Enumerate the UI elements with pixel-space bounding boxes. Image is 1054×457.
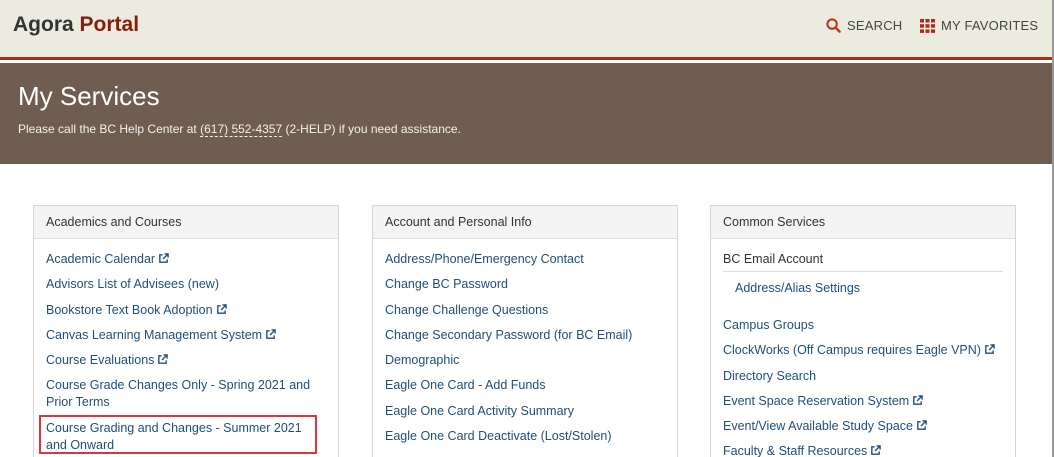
external-link-icon	[871, 445, 882, 456]
help-phone-link[interactable]: (617) 552-4357	[200, 122, 283, 137]
link-label: Demographic	[385, 353, 460, 368]
external-link-icon	[159, 253, 169, 263]
list-item[interactable]: Event/View Available Study Space	[723, 418, 1003, 435]
external-link-icon	[985, 344, 995, 355]
list-item[interactable]: Eagle One Card Deactivate (Lost/Stolen)	[385, 428, 665, 445]
link-label: Change Secondary Password (for BC Email)	[385, 327, 633, 342]
link-label: Event Space Reservation System	[723, 393, 910, 408]
external-link-icon	[158, 354, 169, 365]
link-label: Change BC Password	[385, 277, 508, 292]
panel-title: Academics and Courses	[34, 206, 338, 239]
help-text-suffix: (2-HELP) if you need assistance.	[282, 122, 461, 136]
link-label: Change Challenge Questions	[385, 302, 549, 317]
external-link-icon	[917, 420, 927, 431]
link-label: Course Grading and Changes - Summer 2021…	[46, 420, 302, 452]
link-label: Eagle One Card Deactivate (Lost/Stolen)	[385, 429, 612, 444]
help-text-prefix: Please call the BC Help Center at	[18, 122, 201, 136]
list-item[interactable]: Course Grade Changes Only - Spring 2021 …	[46, 377, 326, 411]
list-item[interactable]: Faculty & Staff Resources	[723, 443, 1003, 457]
brand-name: Agora	[13, 13, 74, 36]
list-item[interactable]: Course Evaluations	[46, 352, 326, 369]
list-item[interactable]: Advisors List of Advisees (new)	[46, 276, 326, 293]
panel-link-list: Academic Calendar Advisors List of Advis…	[34, 239, 338, 454]
link-label: Address/Alias Settings	[735, 281, 861, 295]
list-item[interactable]: Change BC Password	[385, 276, 665, 293]
list-item[interactable]: Academic Calendar	[46, 251, 326, 268]
search-icon	[826, 18, 841, 33]
link-label: Event/View Available Study Space	[723, 419, 913, 434]
panel-link-list: Address/Phone/Emergency Contact Change B…	[373, 239, 677, 445]
list-item[interactable]: Canvas Learning Management System	[46, 327, 326, 344]
favorites-link[interactable]: MY FAVORITES	[920, 18, 1038, 33]
help-text: Please call the BC Help Center at (617) …	[18, 122, 461, 137]
panel-link-list: BC Email Account Address/Alias Settings …	[711, 239, 1015, 457]
link-label: Canvas Learning Management System	[46, 327, 263, 342]
top-bar: Agora Portal SEARCH MY FAVORITES	[0, 0, 1054, 60]
list-item[interactable]: Course Grading and Changes - Summer 2021…	[46, 420, 326, 454]
panel-common-services: Common Services BC Email Account Address…	[710, 205, 1016, 457]
external-link-icon	[216, 303, 227, 314]
panel-title: Account and Personal Info	[373, 206, 677, 239]
panel-academics: Academics and Courses Academic Calendar …	[33, 205, 339, 457]
list-item[interactable]: Demographic	[385, 352, 665, 369]
external-link-icon	[266, 329, 276, 339]
external-link-icon	[913, 395, 923, 405]
link-label: Course Evaluations	[46, 353, 155, 368]
services-hero: My Services Please call the BC Help Cent…	[0, 63, 1054, 164]
list-item[interactable]: Address/Alias Settings	[723, 280, 1003, 297]
link-label: ClockWorks (Off Campus requires Eagle VP…	[723, 343, 981, 358]
list-item[interactable]: Change Secondary Password (for BC Email)	[385, 327, 665, 344]
list-item[interactable]: Directory Search	[723, 368, 1003, 385]
search-link[interactable]: SEARCH	[826, 18, 902, 33]
brand-accent: Portal	[79, 13, 140, 36]
link-label: Course Grade Changes Only - Spring 2021 …	[46, 378, 311, 410]
favorites-label: MY FAVORITES	[941, 18, 1039, 33]
panel-title: Common Services	[711, 206, 1015, 239]
list-item[interactable]: Eagle One Card - Add Funds	[385, 377, 665, 394]
link-label: Campus Groups	[723, 318, 815, 332]
search-label: SEARCH	[847, 18, 903, 33]
link-label: Faculty & Staff Resources	[723, 444, 868, 457]
grid-icon	[920, 18, 935, 33]
link-label: Eagle One Card - Add Funds	[385, 378, 546, 393]
list-item[interactable]: Bookstore Text Book Adoption	[46, 302, 326, 319]
panel-account: Account and Personal Info Address/Phone/…	[372, 205, 678, 457]
brand-logo[interactable]: Agora Portal	[13, 13, 139, 37]
link-label: Bookstore Text Book Adoption	[46, 302, 213, 317]
list-item[interactable]: ClockWorks (Off Campus requires Eagle VP…	[723, 342, 1003, 359]
link-label: Advisors List of Advisees (new)	[46, 277, 219, 292]
list-item[interactable]: Campus Groups	[723, 317, 1003, 334]
link-label: Directory Search	[723, 368, 817, 383]
list-item[interactable]: Event Space Reservation System	[723, 393, 1003, 410]
link-label: Academic Calendar	[46, 252, 156, 266]
email-account-heading: BC Email Account	[723, 251, 1003, 272]
page-title: My Services	[18, 81, 160, 111]
link-label: Eagle One Card Activity Summary	[385, 403, 574, 418]
list-item[interactable]: Eagle One Card Activity Summary	[385, 403, 665, 420]
list-item[interactable]: Address/Phone/Emergency Contact	[385, 251, 665, 268]
link-label: Address/Phone/Emergency Contact	[385, 252, 584, 266]
list-item[interactable]: Change Challenge Questions	[385, 302, 665, 319]
